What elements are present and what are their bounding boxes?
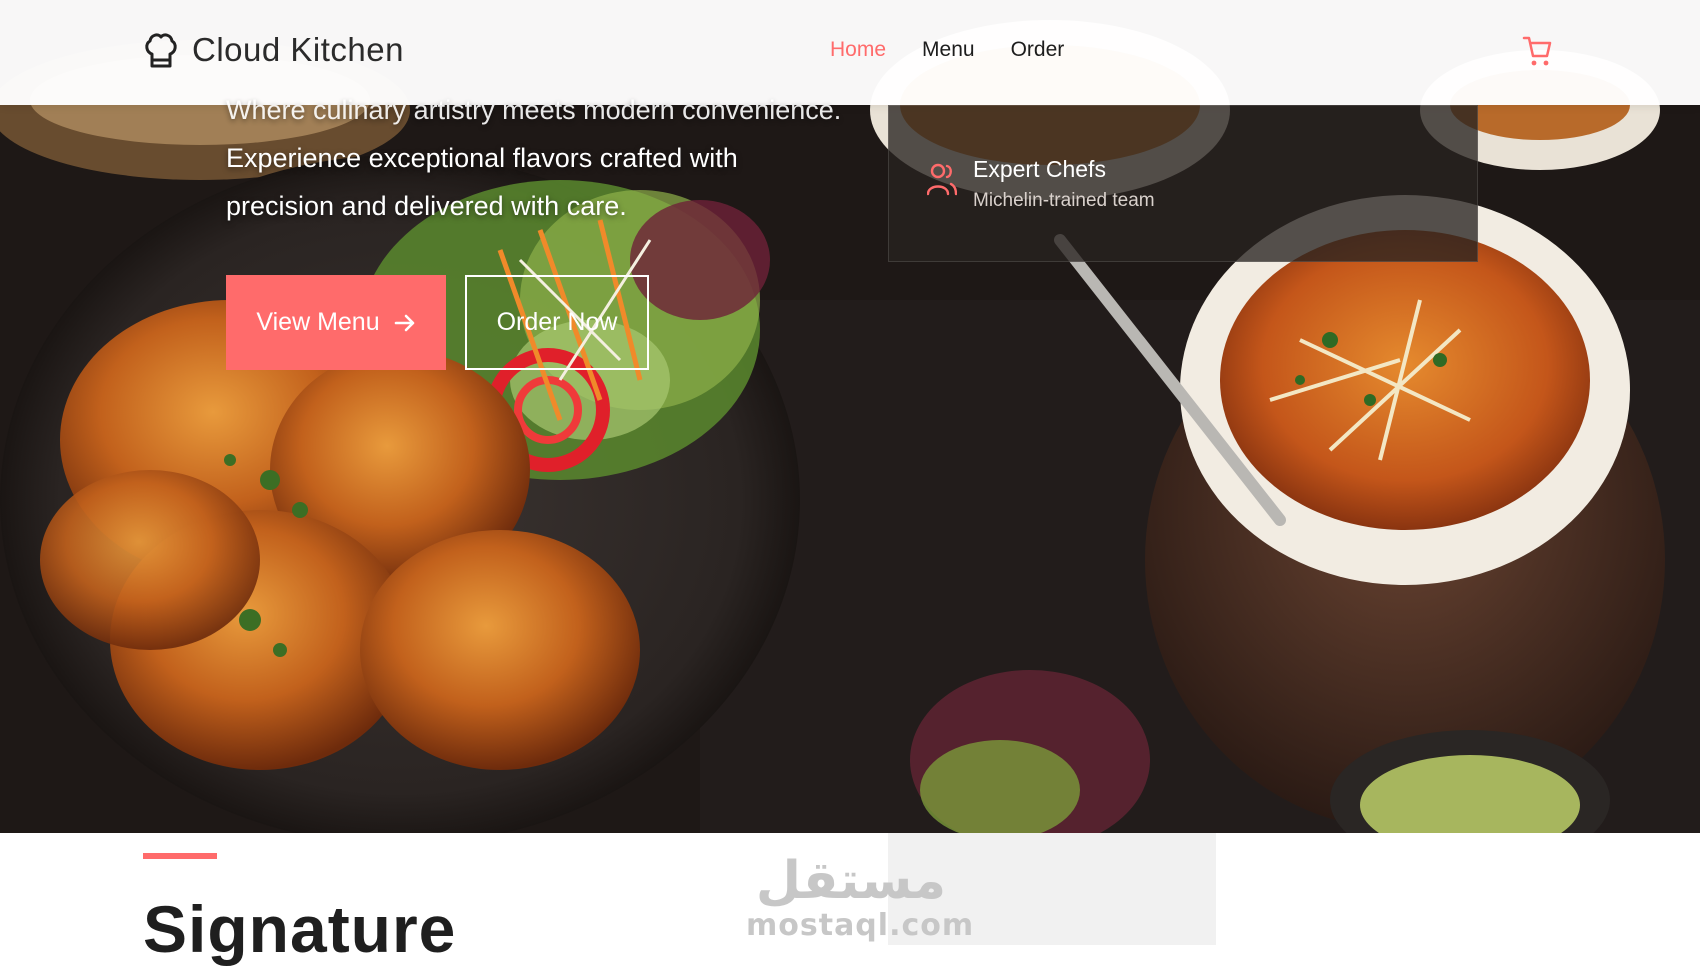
view-menu-label: View Menu [256, 308, 380, 336]
feature-card: Expert Chefs Michelin-trained team [888, 105, 1478, 262]
arrow-right-icon [394, 314, 414, 331]
watermark: مستقل mostaql.com [746, 851, 975, 943]
watermark-latin: mostaql.com [746, 908, 975, 943]
order-now-button[interactable]: Order Now [465, 275, 649, 370]
brand-logo[interactable]: Cloud Kitchen [144, 30, 404, 70]
main-nav: Home Menu Order [830, 38, 1064, 62]
hero-description: Experience exceptional flavors crafted w… [226, 143, 738, 221]
signature-section: Signature مستقل mostaql.com [0, 833, 1700, 970]
feature-title: Expert Chefs [973, 156, 1106, 182]
hero-tagline: Where culinary artistry meets modern con… [226, 95, 842, 125]
watermark-arabic: مستقل [755, 851, 947, 911]
users-icon [927, 163, 957, 196]
cart-button[interactable] [1522, 34, 1552, 73]
chef-hat-icon [145, 33, 177, 68]
section-title: Signature [143, 892, 457, 966]
nav-link-order[interactable]: Order [1011, 38, 1065, 62]
view-menu-button[interactable]: View Menu [226, 275, 446, 370]
cart-icon [1522, 36, 1552, 66]
brand-name: Cloud Kitchen [192, 31, 404, 68]
nav-link-menu[interactable]: Menu [922, 38, 975, 62]
accent-divider [143, 853, 217, 859]
feature-subtitle: Michelin-trained team [973, 190, 1155, 211]
hero-text: Where culinary artistry meets modern con… [226, 86, 841, 230]
nav-link-home[interactable]: Home [830, 38, 886, 62]
